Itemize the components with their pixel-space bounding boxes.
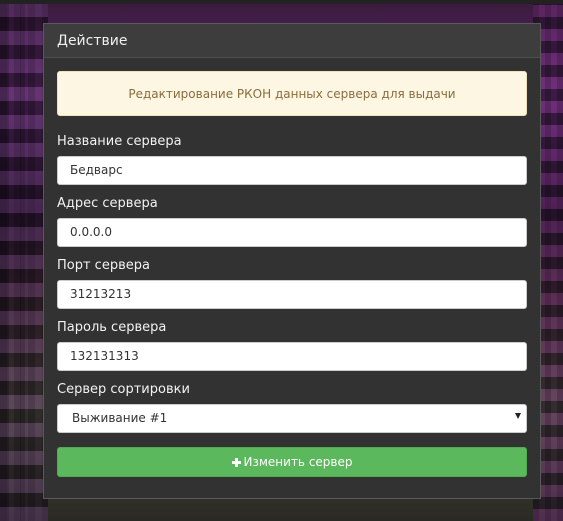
top-bar (0, 0, 563, 4)
server-name-label: Название сервера (57, 134, 182, 149)
sort-server-group: Сервер сортировки Выживание #1 (57, 380, 527, 433)
server-password-group: Пароль сервера 132131313 (57, 318, 527, 371)
panel-body: Редактирование РКОН данных сервера для в… (44, 58, 540, 477)
caret-down-icon (515, 413, 521, 419)
sort-server-selected-value: Выживание #1 (72, 411, 168, 425)
action-panel: Действие Редактирование РКОН данных серв… (43, 23, 541, 499)
server-port-group: Порт сервера 31213213 (57, 256, 527, 309)
server-address-input[interactable]: 0.0.0.0 (57, 218, 527, 247)
server-name-input[interactable]: Бедварс (57, 156, 527, 185)
server-password-label: Пароль сервера (57, 320, 167, 335)
update-server-button-label: Изменить сервер (243, 455, 353, 469)
server-port-input[interactable]: 31213213 (57, 280, 527, 309)
sort-server-label: Сервер сортировки (57, 382, 190, 397)
panel-title: Действие (44, 24, 540, 58)
info-alert: Редактирование РКОН данных сервера для в… (57, 71, 527, 116)
update-server-button[interactable]: Изменить сервер (57, 447, 527, 477)
plus-icon (231, 458, 241, 467)
server-name-group: Название сервера Бедварс (57, 132, 527, 185)
server-port-label: Порт сервера (57, 258, 150, 273)
server-address-label: Адрес сервера (57, 196, 158, 211)
server-address-group: Адрес сервера 0.0.0.0 (57, 194, 527, 247)
server-password-input[interactable]: 132131313 (57, 342, 527, 371)
sort-server-select[interactable]: Выживание #1 (57, 404, 527, 433)
